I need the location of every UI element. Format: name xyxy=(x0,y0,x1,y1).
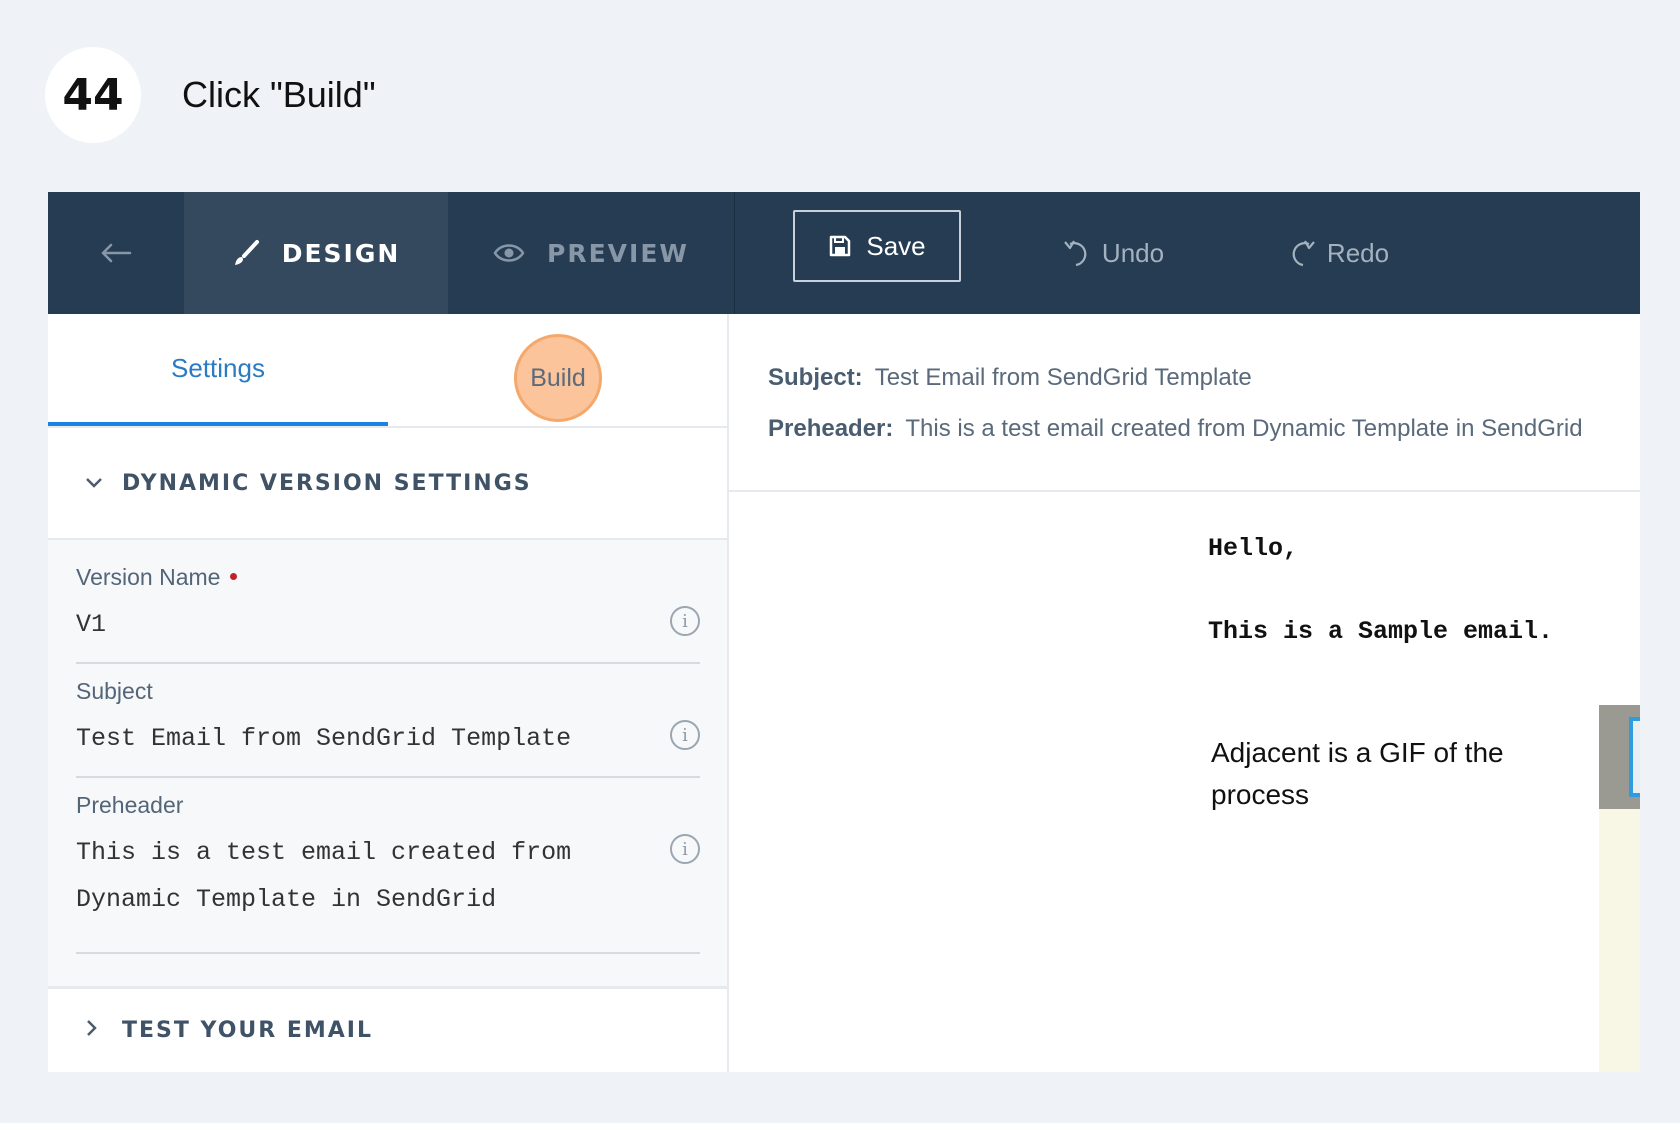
subject-field[interactable]: Subject Test Email from SendGrid Templat… xyxy=(76,678,700,778)
section-title: TEST YOUR EMAIL xyxy=(122,1018,374,1043)
gif-image xyxy=(1599,705,1640,1072)
preview-preheader-value: This is a test email created from Dynami… xyxy=(905,415,1583,442)
back-arrow-icon xyxy=(101,243,132,263)
preheader-input[interactable]: This is a test email created from Dynami… xyxy=(76,829,636,923)
tab-design-label: DESIGN xyxy=(281,238,401,268)
undo-label: Undo xyxy=(1101,237,1165,268)
paintbrush-icon xyxy=(234,240,259,265)
save-label: Save xyxy=(866,230,926,261)
screenshot-frame: DESIGN PREVIEW Save Undo Redo Settings B… xyxy=(48,192,1640,1072)
tab-preview-label: PREVIEW xyxy=(547,238,689,268)
email-preview-body: Hello, This is a Sample email. Adjacent … xyxy=(729,492,1640,1072)
tab-settings[interactable]: Settings xyxy=(48,314,388,426)
undo-button[interactable]: Undo xyxy=(1048,192,1178,314)
version-name-input[interactable]: V1 xyxy=(76,601,636,648)
gif-frame xyxy=(1629,717,1640,797)
info-icon[interactable]: i xyxy=(670,834,700,864)
info-icon[interactable]: i xyxy=(670,720,700,750)
dynamic-version-settings-header[interactable]: DYNAMIC VERSION SETTINGS xyxy=(48,428,727,540)
email-preview-header: Subject: Test Email from SendGrid Templat… xyxy=(729,314,1640,492)
subject-label: Subject xyxy=(76,678,153,704)
preheader-field[interactable]: Preheader This is a test email created f… xyxy=(76,792,700,962)
preview-subject-label: Subject: xyxy=(768,364,863,391)
panel-tabs: Settings Build xyxy=(48,314,727,428)
toolbar-divider xyxy=(734,192,735,314)
email-paragraph: Adjacent is a GIF of the process xyxy=(1211,737,1504,810)
undo-icon xyxy=(1064,240,1087,267)
tab-build[interactable]: Build xyxy=(514,334,602,422)
email-line: This is a Sample email. xyxy=(1208,617,1554,646)
save-icon xyxy=(830,235,851,257)
preview-preheader-row: Preheader: This is a test email created f… xyxy=(768,415,1583,443)
tab-preview[interactable]: PREVIEW xyxy=(448,192,734,314)
tab-design[interactable]: DESIGN xyxy=(184,192,448,314)
eye-icon xyxy=(493,244,525,262)
chevron-right-icon xyxy=(84,1018,106,1044)
info-icon[interactable]: i xyxy=(670,606,700,636)
step-header: 44 Click "Build" xyxy=(45,47,376,143)
version-name-label-text: Version Name xyxy=(76,564,221,590)
preheader-label: Preheader xyxy=(76,792,184,818)
required-indicator xyxy=(230,573,238,580)
step-number-badge: 44 xyxy=(45,47,141,143)
field-underline xyxy=(76,662,700,664)
redo-button[interactable]: Redo xyxy=(1278,192,1398,314)
chevron-down-icon xyxy=(84,470,106,496)
preview-subject-row: Subject: Test Email from SendGrid Templat… xyxy=(768,364,1252,392)
preview-preheader-label: Preheader: xyxy=(768,415,894,442)
subject-input[interactable]: Test Email from SendGrid Template xyxy=(76,715,636,762)
test-your-email-header[interactable]: TEST YOUR EMAIL xyxy=(48,986,727,1072)
save-button[interactable]: Save xyxy=(793,210,961,282)
gif-thumbnail xyxy=(1599,705,1640,809)
field-underline xyxy=(76,776,700,778)
preview-subject-value: Test Email from SendGrid Template xyxy=(874,364,1252,391)
field-underline xyxy=(76,952,700,954)
version-name-field[interactable]: Version Name V1 i xyxy=(76,564,700,664)
editor-toolbar: DESIGN PREVIEW Save Undo Redo xyxy=(48,192,1640,314)
version-name-label: Version Name xyxy=(76,564,700,591)
back-button[interactable] xyxy=(48,192,184,314)
redo-label: Redo xyxy=(1326,237,1390,268)
redo-icon xyxy=(1292,240,1315,267)
section-title: DYNAMIC VERSION SETTINGS xyxy=(122,470,532,496)
step-instruction: Click "Build" xyxy=(182,74,376,115)
email-greeting: Hello, xyxy=(1208,534,1299,563)
settings-panel: Settings Build DYNAMIC VERSION SETTINGS … xyxy=(48,314,729,1072)
